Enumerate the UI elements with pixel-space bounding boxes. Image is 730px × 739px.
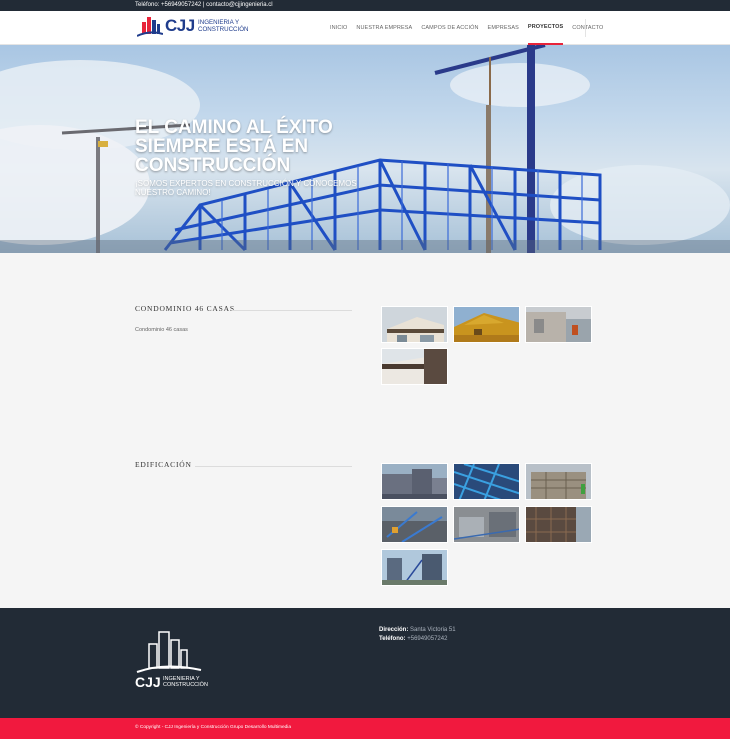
gallery-thumbnail[interactable] <box>381 463 448 500</box>
house-photo <box>382 349 447 384</box>
logo-subtitle-line2: CONSTRUCCIÓN <box>198 26 249 33</box>
phone-label: Teléfono: <box>135 2 160 8</box>
hero-banner: EL CAMINO AL ÉXITO SIEMPRE ESTÁ EN CONST… <box>0 45 730 253</box>
footer-logo[interactable]: CJJ INGENIERIA Y CONSTRUCCIÓN <box>135 630 209 692</box>
site-header: CJJ INGENIERIA Y CONSTRUCCIÓN INICIO NUE… <box>0 11 730 45</box>
footer-logo-subtitle-line2: CONSTRUCCIÓN <box>163 682 208 688</box>
copyright-bar: © Copyright - CJJ Ingeniería y Construcc… <box>0 718 730 739</box>
address-value: Santa Victoria 51 <box>410 627 456 633</box>
construction-photo <box>454 507 519 542</box>
construction-photo <box>526 507 591 542</box>
phone-link[interactable]: +56949057242 <box>161 2 201 8</box>
top-bar: Teléfono: +56949057242 | contacto@cjjing… <box>0 0 730 11</box>
copyright-text: © Copyright - CJJ Ingeniería y Construcc… <box>135 725 292 730</box>
construction-photo <box>382 550 447 585</box>
construction-photo <box>454 464 519 499</box>
gallery-thumbnail[interactable] <box>453 306 520 343</box>
hero-title: EL CAMINO AL ÉXITO SIEMPRE ESTÁ EN CONST… <box>135 117 333 176</box>
footer-phone: Teléfono: +56949057242 <box>379 635 456 644</box>
title-divider <box>232 310 352 311</box>
gallery-thumbnail[interactable] <box>381 348 448 385</box>
project-description: Condominio 46 casas <box>135 327 188 333</box>
gallery-thumbnail[interactable] <box>525 306 592 343</box>
email-link[interactable]: contacto@cjjingenieria.cl <box>206 2 272 8</box>
nav-empresas[interactable]: EMPRESAS <box>488 11 519 45</box>
nav-proyectos[interactable]: PROYECTOS <box>527 11 564 45</box>
gallery-thumbnail[interactable] <box>381 506 448 543</box>
house-photo <box>382 307 447 342</box>
footer-address: Dirección: Santa Victoria 51 <box>379 626 456 635</box>
nav-nuestra-empresa[interactable]: NUESTRA EMPRESA <box>356 11 412 45</box>
project-title: CONDOMINIO 46 CASAS <box>135 304 235 313</box>
gallery-thumbnail[interactable] <box>525 506 592 543</box>
building-logo-icon <box>136 631 202 673</box>
footer-logo-subtitle: INGENIERIA Y CONSTRUCCIÓN <box>163 676 208 688</box>
logo-subtitle-line1: INGENIERIA Y <box>198 19 240 26</box>
nav-campos-de-accion[interactable]: CAMPOS DE ACCIÓN <box>421 11 478 45</box>
hero-subtitle: ¡SOMOS EXPERTOS EN CONSTRUCCIÓN Y CONOCE… <box>135 179 357 197</box>
logo-text: CJJ <box>165 16 195 35</box>
construction-photo <box>526 464 591 499</box>
project-title: EDIFICACIÓN <box>135 460 192 469</box>
gallery-thumbnail[interactable] <box>381 549 448 586</box>
phone-label: Teléfono: <box>379 636 406 642</box>
gallery-thumbnail[interactable] <box>453 463 520 500</box>
house-photo <box>454 307 519 342</box>
nav-inicio[interactable]: INICIO <box>330 11 347 45</box>
phone-value[interactable]: +56949057242 <box>407 636 447 642</box>
building-logo-icon <box>137 17 163 37</box>
gallery-thumbnail[interactable] <box>453 506 520 543</box>
footer-logo-text: CJJ <box>135 674 161 690</box>
footer-contact-info: Dirección: Santa Victoria 51 Teléfono: +… <box>379 626 456 644</box>
construction-photo <box>382 464 447 499</box>
site-logo[interactable]: CJJ INGENIERIA Y CONSTRUCCIÓN <box>137 14 249 40</box>
logo-subtitle: INGENIERIA Y CONSTRUCCIÓN <box>198 19 249 33</box>
title-divider <box>195 466 352 467</box>
nav-divider <box>585 19 586 37</box>
nav-contacto[interactable]: CONTACTO <box>572 11 603 45</box>
contact-info: Teléfono: +56949057242 | contacto@cjjing… <box>135 1 273 10</box>
main-nav: INICIO NUESTRA EMPRESA CAMPOS DE ACCIÓN … <box>330 11 612 45</box>
construction-photo <box>382 507 447 542</box>
house-photo <box>526 307 591 342</box>
address-label: Dirección: <box>379 627 409 633</box>
gallery-thumbnail[interactable] <box>381 306 448 343</box>
site-footer: CJJ INGENIERIA Y CONSTRUCCIÓN Dirección:… <box>0 608 730 718</box>
gallery-thumbnail[interactable] <box>525 463 592 500</box>
